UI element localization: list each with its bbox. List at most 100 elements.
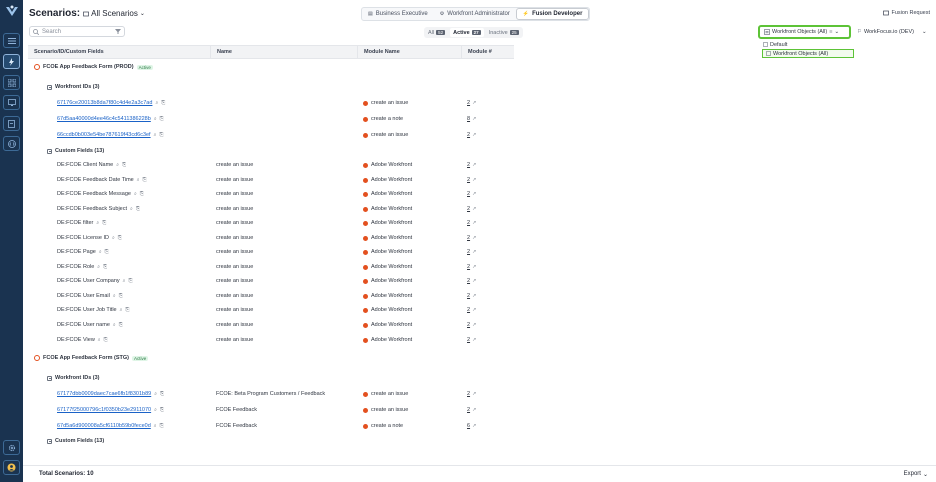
search-icon[interactable]: ⌕ xyxy=(113,322,116,328)
external-link-icon[interactable]: ↗ xyxy=(472,206,476,212)
external-link-icon[interactable]: ↗ xyxy=(472,322,476,328)
copy-icon[interactable]: ⎘ xyxy=(140,191,144,197)
copy-icon[interactable]: ⎘ xyxy=(122,162,126,168)
copy-icon[interactable]: ⎘ xyxy=(128,278,132,284)
external-link-icon[interactable]: ↗ xyxy=(472,116,476,122)
module-number-link[interactable]: 2 xyxy=(467,307,470,313)
row-label[interactable]: 66ccdb0b003e54be787619f43cd6c3ef xyxy=(57,132,151,138)
module-number-link[interactable]: 2 xyxy=(467,100,470,106)
row-label[interactable]: 67d5aa40000d4ee46c4c5411386228b xyxy=(57,116,151,122)
user-icon[interactable] xyxy=(3,460,20,475)
external-link-icon[interactable]: ↗ xyxy=(472,407,476,413)
search-input[interactable]: Search xyxy=(29,26,125,37)
module-number-link[interactable]: 8 xyxy=(467,116,470,122)
external-link-icon[interactable]: ↗ xyxy=(472,278,476,284)
search-icon[interactable]: ⌕ xyxy=(134,191,137,197)
column-header[interactable]: Scenario/ID/Custom Fields xyxy=(28,46,211,58)
filter-icon[interactable] xyxy=(115,29,121,34)
copy-icon[interactable]: ⎘ xyxy=(118,235,122,241)
search-icon[interactable]: ⌕ xyxy=(116,162,119,168)
module-number-link[interactable]: 2 xyxy=(467,249,470,255)
module-number-link[interactable]: 2 xyxy=(467,206,470,212)
copy-icon[interactable]: ⎘ xyxy=(103,264,107,270)
module-number-link[interactable]: 2 xyxy=(467,162,470,168)
export-button[interactable]: Export ⌄ xyxy=(904,471,928,478)
external-link-icon[interactable]: ↗ xyxy=(472,391,476,397)
search-icon[interactable]: ⌕ xyxy=(155,100,158,106)
external-link-icon[interactable]: ↗ xyxy=(472,264,476,270)
search-icon[interactable]: ⌕ xyxy=(154,132,157,138)
module-number-link[interactable]: 2 xyxy=(467,132,470,138)
search-icon[interactable]: ⌕ xyxy=(120,307,123,313)
module-number-link[interactable]: 2 xyxy=(467,391,470,397)
copy-icon[interactable]: ⎘ xyxy=(102,220,106,226)
role-tab[interactable]: ⚙ Workfront Administrator xyxy=(434,8,516,20)
monitor-icon[interactable] xyxy=(3,95,20,110)
menu-item-default[interactable]: Default xyxy=(760,40,854,49)
filter-tab[interactable]: Active 27 xyxy=(450,28,484,37)
external-link-icon[interactable]: ↗ xyxy=(472,249,476,255)
copy-icon[interactable]: ⎘ xyxy=(119,293,123,299)
search-icon[interactable]: ⌕ xyxy=(154,116,157,122)
module-number-link[interactable]: 2 xyxy=(467,191,470,197)
module-number-link[interactable]: 2 xyxy=(467,235,470,241)
copy-icon[interactable]: ⎘ xyxy=(143,177,147,183)
external-link-icon[interactable]: ↗ xyxy=(472,162,476,168)
fusion-request-button[interactable]: Fusion Request xyxy=(883,10,930,16)
collapse-icon[interactable] xyxy=(47,375,52,381)
filter-tab[interactable]: Inactive 25 xyxy=(486,28,522,37)
column-header[interactable]: Module Name xyxy=(358,46,462,58)
lightning-icon[interactable] xyxy=(3,54,20,69)
external-link-icon[interactable]: ↗ xyxy=(472,235,476,241)
module-number-link[interactable]: 2 xyxy=(467,264,470,270)
search-icon[interactable]: ⌕ xyxy=(154,423,157,429)
row-label[interactable]: 67d5a6d900008a5cf6110b59b0fece0d xyxy=(57,423,151,429)
code-icon[interactable] xyxy=(3,136,20,151)
module-number-link[interactable]: 6 xyxy=(467,423,470,429)
search-icon[interactable]: ⌕ xyxy=(99,249,102,255)
scope-dropdown[interactable]: All Scenarios ⌄ xyxy=(83,9,145,18)
collapse-icon[interactable] xyxy=(47,148,52,154)
column-header[interactable]: Module # xyxy=(462,46,514,58)
search-icon[interactable]: ⌕ xyxy=(154,407,157,413)
module-number-link[interactable]: 2 xyxy=(467,220,470,226)
filter-tab[interactable]: All 52 xyxy=(425,28,448,37)
row-label[interactable]: 67176ce20013b8da7f80c4d4e2a3c7ad xyxy=(57,100,152,106)
menu-icon[interactable] xyxy=(3,33,20,48)
search-icon[interactable]: ⌕ xyxy=(97,264,100,270)
environment-selector[interactable]: ⚐ WorkFocus.io (DEV) ⌄ xyxy=(857,29,927,35)
copy-icon[interactable]: ⎘ xyxy=(160,116,164,122)
search-icon[interactable]: ⌕ xyxy=(123,278,126,284)
module-number-link[interactable]: 2 xyxy=(467,337,470,343)
search-icon[interactable]: ⌕ xyxy=(137,177,140,183)
copy-icon[interactable]: ⎘ xyxy=(125,307,129,313)
search-icon[interactable]: ⌕ xyxy=(130,206,133,212)
search-icon[interactable]: ⌕ xyxy=(98,337,101,343)
collapse-icon[interactable] xyxy=(47,84,52,90)
column-header[interactable]: Name xyxy=(211,46,358,58)
copy-icon[interactable]: ⎘ xyxy=(104,337,108,343)
external-link-icon[interactable]: ↗ xyxy=(472,220,476,226)
search-icon[interactable]: ⌕ xyxy=(112,235,115,241)
copy-icon[interactable]: ⎘ xyxy=(160,423,164,429)
copy-icon[interactable]: ⎘ xyxy=(159,132,163,138)
external-link-icon[interactable]: ↗ xyxy=(472,132,476,138)
search-icon[interactable]: ⌕ xyxy=(154,391,157,397)
module-number-link[interactable]: 2 xyxy=(467,322,470,328)
row-label[interactable]: 67177dbb0009daec7cae6fb1f8301b89 xyxy=(57,391,151,397)
copy-icon[interactable]: ⎘ xyxy=(136,206,140,212)
document-icon[interactable] xyxy=(3,116,20,131)
copy-icon[interactable]: ⎘ xyxy=(105,249,109,255)
external-link-icon[interactable]: ↗ xyxy=(472,293,476,299)
external-link-icon[interactable]: ↗ xyxy=(472,307,476,313)
collapse-icon[interactable] xyxy=(47,438,52,444)
dashboard-icon[interactable] xyxy=(3,75,20,90)
gear-icon[interactable] xyxy=(3,440,20,455)
workfront-objects-dropdown[interactable]: Workfront Objects (All) ≡ ⌄ xyxy=(758,25,851,39)
role-tab[interactable]: ⚡ Fusion Developer xyxy=(515,8,590,20)
external-link-icon[interactable]: ↗ xyxy=(472,337,476,343)
module-number-link[interactable]: 2 xyxy=(467,278,470,284)
external-link-icon[interactable]: ↗ xyxy=(472,423,476,429)
scenario-name[interactable]: FCOE App Feedback Form (STG) xyxy=(43,355,129,361)
copy-icon[interactable]: ⎘ xyxy=(160,407,164,413)
